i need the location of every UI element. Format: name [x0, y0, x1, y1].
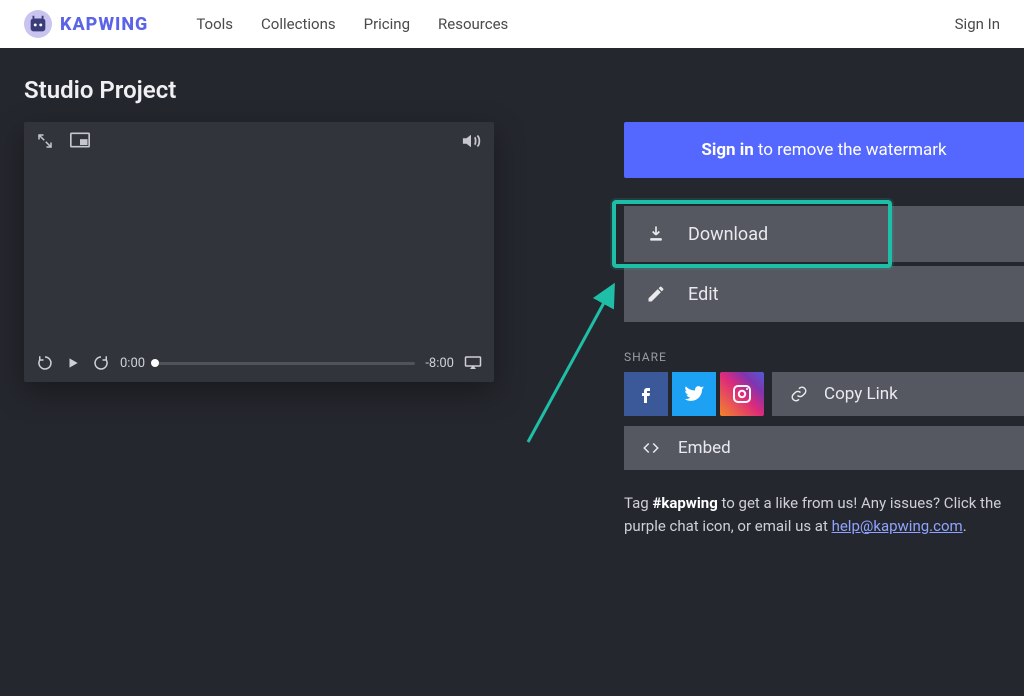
- nav-resources[interactable]: Resources: [438, 15, 508, 33]
- facebook-share-icon[interactable]: [624, 372, 668, 416]
- share-label: SHARE: [624, 350, 1024, 364]
- top-nav: KAPWING Tools Collections Pricing Resour…: [0, 0, 1024, 48]
- nav-links: Tools Collections Pricing Resources: [196, 15, 508, 33]
- airplay-icon[interactable]: [464, 354, 482, 372]
- download-icon: [646, 224, 666, 244]
- pip-icon[interactable]: [70, 132, 90, 150]
- twitter-share-icon[interactable]: [672, 372, 716, 416]
- embed-button[interactable]: Embed: [624, 426, 1024, 470]
- progress-handle-icon[interactable]: [151, 359, 159, 367]
- volume-icon[interactable]: [460, 132, 482, 150]
- brand[interactable]: KAPWING: [24, 10, 148, 38]
- progress-bar[interactable]: [155, 362, 415, 365]
- cta-strong: Sign in: [701, 140, 753, 160]
- link-icon: [790, 385, 808, 403]
- instagram-share-icon[interactable]: [720, 372, 764, 416]
- code-icon: [642, 439, 660, 457]
- download-button[interactable]: Download: [624, 206, 1024, 262]
- nav-collections[interactable]: Collections: [261, 15, 336, 33]
- edit-button[interactable]: Edit: [624, 266, 1024, 322]
- nav-signin[interactable]: Sign In: [955, 15, 1000, 33]
- edit-icon: [646, 284, 666, 304]
- footer-hashtag: #kapwing: [652, 494, 717, 512]
- embed-label: Embed: [678, 438, 731, 458]
- nav-tools[interactable]: Tools: [196, 15, 233, 33]
- copy-link-label: Copy Link: [824, 384, 898, 404]
- footer-email-link[interactable]: help@kapwing.com: [832, 517, 963, 535]
- rewind-15-icon[interactable]: [36, 354, 54, 372]
- copy-link-button[interactable]: Copy Link: [772, 372, 1024, 416]
- remaining-time: -8:00: [425, 356, 454, 371]
- brand-logo-icon: [24, 10, 52, 38]
- nav-pricing[interactable]: Pricing: [364, 15, 410, 33]
- expand-icon[interactable]: [36, 132, 54, 150]
- footer-text: Tag #kapwing to get a like from us! Any …: [624, 492, 1024, 537]
- brand-text: KAPWING: [60, 14, 148, 35]
- page-title: Studio Project: [24, 76, 1024, 104]
- signin-cta[interactable]: Sign in to remove the watermark: [624, 122, 1024, 178]
- footer-post: .: [963, 517, 967, 535]
- edit-label: Edit: [688, 284, 718, 305]
- cta-rest: to remove the watermark: [758, 140, 947, 160]
- forward-15-icon[interactable]: [92, 354, 110, 372]
- video-player[interactable]: 0:00 -8:00: [24, 122, 494, 382]
- current-time: 0:00: [120, 356, 145, 371]
- play-icon[interactable]: [64, 354, 82, 372]
- download-label: Download: [688, 224, 768, 245]
- footer-pre: Tag: [624, 494, 652, 512]
